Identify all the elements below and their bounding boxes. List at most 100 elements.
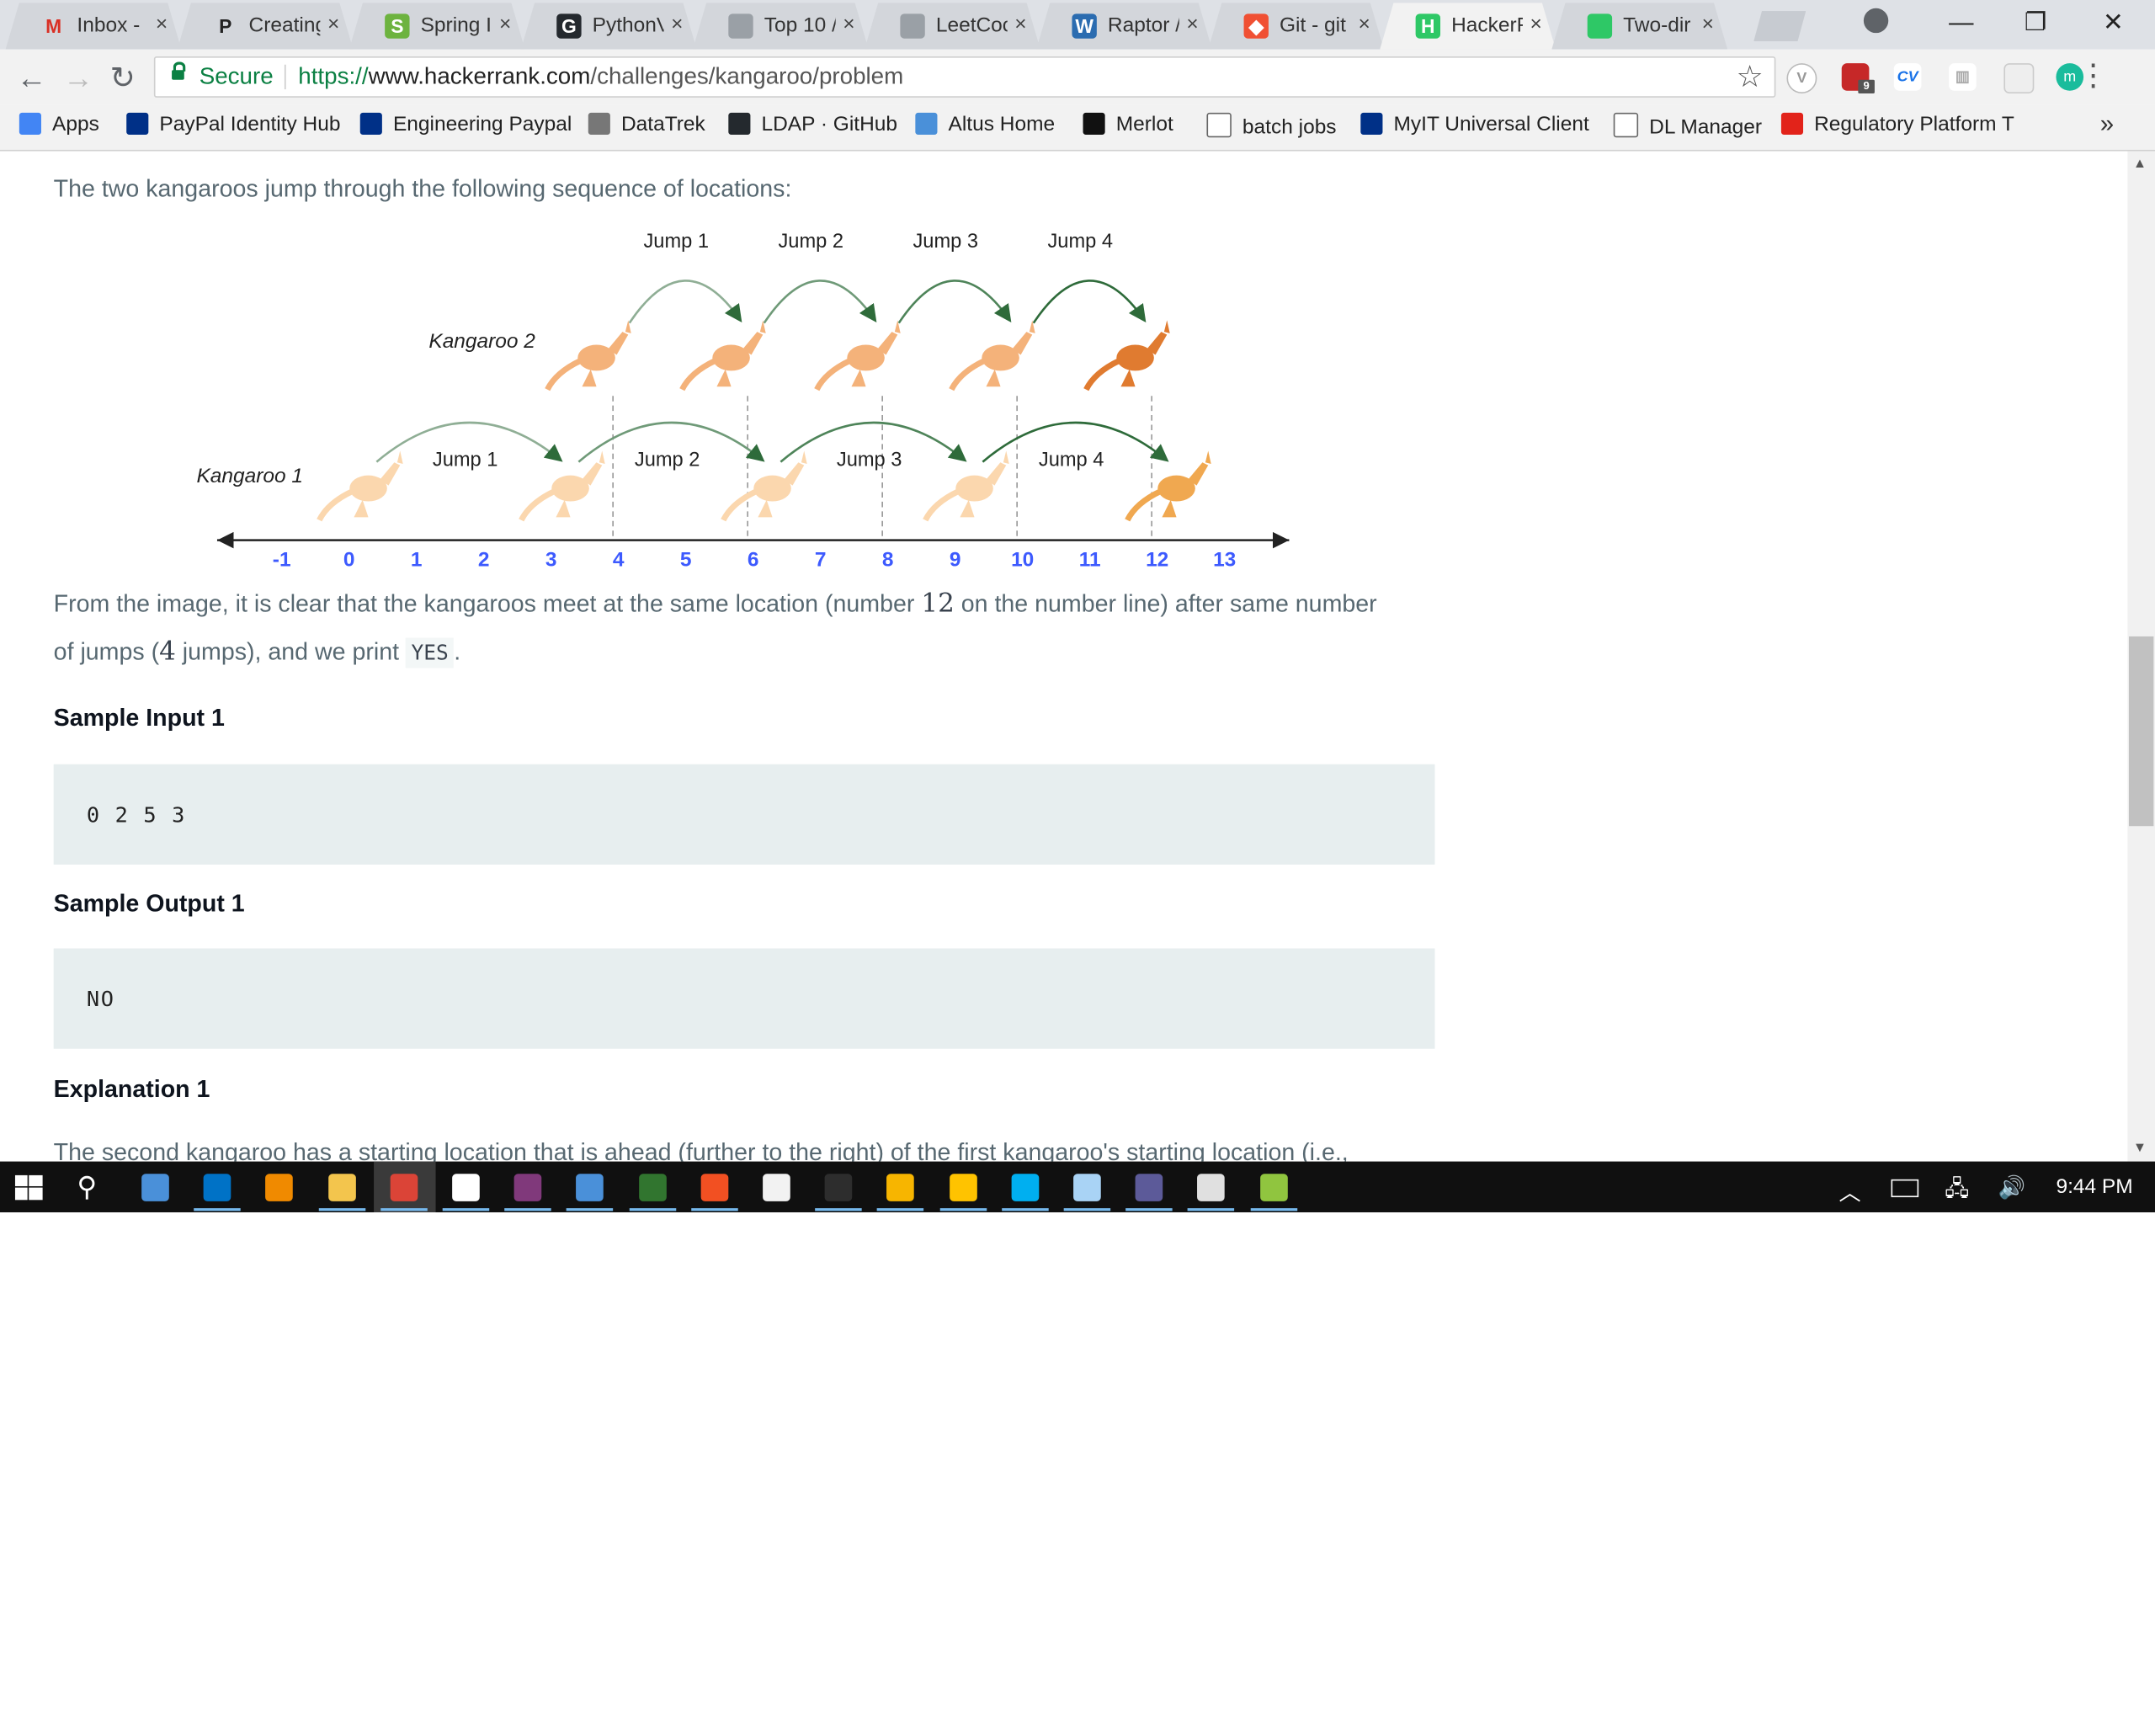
chrome-menu-icon[interactable]: ⋮ xyxy=(2078,58,2109,93)
terminal-icon[interactable] xyxy=(824,1174,853,1201)
tab-close-icon[interactable]: × xyxy=(156,13,168,36)
bookmark-merlot[interactable]: Merlot xyxy=(1083,112,1173,143)
chrome-icon[interactable] xyxy=(390,1174,418,1201)
bookmarks-overflow-button[interactable]: » xyxy=(2100,110,2114,139)
scroll-up-arrow-icon[interactable]: ▲ xyxy=(2133,157,2147,172)
forward-button[interactable]: → xyxy=(63,61,93,96)
tab-image[interactable]: Top 10 / × xyxy=(693,3,869,50)
itunes-icon[interactable] xyxy=(763,1174,790,1201)
tab-close-icon[interactable]: × xyxy=(1014,13,1026,36)
url-text[interactable]: https://www.hackerrank.com/challenges/ka… xyxy=(298,63,903,91)
tab-p[interactable]: P Creating × xyxy=(178,3,354,50)
kangaroo-icon xyxy=(949,320,1035,391)
battery-icon[interactable] xyxy=(1891,1179,1919,1198)
tab-close-icon[interactable]: × xyxy=(671,13,683,36)
new-tab-button[interactable] xyxy=(1753,11,1806,41)
tab-hackerrank[interactable]: H HackerF × xyxy=(1380,3,1556,50)
running-indicator xyxy=(1001,1208,1049,1211)
restore-button[interactable]: ❐ xyxy=(2025,8,2046,37)
sample-input-code: 0 2 5 3 xyxy=(86,802,186,828)
eclipse-icon[interactable] xyxy=(1135,1174,1163,1201)
kangaroo2-label: Kangaroo 2 xyxy=(428,330,535,353)
tab-close-icon[interactable]: × xyxy=(1186,13,1198,36)
notepadpp-icon[interactable] xyxy=(1259,1174,1288,1201)
bookmark-engineering-paypal[interactable]: Engineering Paypal xyxy=(359,112,572,143)
profile-icon[interactable] xyxy=(1863,8,1889,34)
outlook-icon[interactable] xyxy=(203,1174,231,1201)
bookmark-myit-universal-client[interactable]: MyIT Universal Client xyxy=(1360,112,1589,143)
paint-icon[interactable] xyxy=(1197,1174,1226,1201)
vertical-scrollbar[interactable]: ▲ ▼ xyxy=(2127,151,2155,1162)
bookmark-regulatory-platform-t[interactable]: Regulatory Platform T xyxy=(1780,112,2014,143)
onenote-icon[interactable] xyxy=(513,1174,542,1201)
bookmark-batch-jobs[interactable]: batch jobs xyxy=(1206,112,1337,143)
remote-desktop-icon[interactable] xyxy=(141,1174,169,1201)
tab-close-icon[interactable]: × xyxy=(843,13,854,36)
bookmark-apps[interactable]: Apps xyxy=(19,112,99,143)
tab-git[interactable]: ◆ Git - git × xyxy=(1208,3,1384,50)
skype-icon[interactable] xyxy=(1011,1174,1039,1201)
tab-title: HackerF xyxy=(1451,13,1523,38)
tick-label: 11 xyxy=(1079,549,1101,572)
slack-icon[interactable] xyxy=(452,1174,480,1201)
project-icon[interactable] xyxy=(638,1174,667,1201)
running-indicator xyxy=(939,1208,987,1211)
sample-input-block: 0 2 5 3 xyxy=(53,764,1435,865)
scroll-down-arrow-icon[interactable]: ▼ xyxy=(2133,1141,2147,1156)
tab-close-icon[interactable]: × xyxy=(1702,13,1714,36)
bookmark-ldap-github[interactable]: LDAP · GitHub xyxy=(728,112,898,143)
tab-close-icon[interactable]: × xyxy=(499,13,511,36)
tick-label: -1 xyxy=(273,549,291,572)
tab-close-icon[interactable]: × xyxy=(1530,13,1542,36)
paypal-icon xyxy=(359,112,382,135)
address-bar[interactable]: Secure https://www.hackerrank.com/challe… xyxy=(153,56,1776,98)
tab-cloud[interactable]: Two-dir × xyxy=(1551,3,1727,50)
splash-icon[interactable] xyxy=(886,1174,915,1201)
tab-image[interactable]: LeetCoc × xyxy=(865,3,1040,50)
windows-start-icon[interactable] xyxy=(14,1174,43,1201)
minimize-button[interactable]: — xyxy=(1949,8,1973,37)
bookmark-label: LDAP · GitHub xyxy=(761,112,898,136)
kangaroo-icon xyxy=(814,320,901,391)
network-tray-icon[interactable]: 🖧 xyxy=(1945,1174,1969,1211)
bookmark-label: Apps xyxy=(52,112,99,136)
page-extension-icon[interactable] xyxy=(2003,63,2035,94)
running-indicator xyxy=(318,1208,365,1211)
bookmark-star-icon[interactable]: ☆ xyxy=(1736,59,1763,94)
reload-button[interactable]: ↻ xyxy=(110,61,136,96)
tab-raptor[interactable]: W Raptor / × xyxy=(1036,3,1212,50)
norton-icon[interactable] xyxy=(949,1174,977,1201)
back-button[interactable]: ← xyxy=(17,61,47,96)
file-explorer-icon[interactable] xyxy=(327,1174,356,1201)
tray-overflow-icon[interactable]: ︿ xyxy=(1838,1174,1860,1206)
bookmark-dl-manager[interactable]: DL Manager xyxy=(1613,112,1762,143)
tab-github[interactable]: G PythonV × xyxy=(521,3,697,50)
tab-spring[interactable]: S Spring I × xyxy=(349,3,525,50)
running-indicator xyxy=(629,1208,676,1211)
v-extension-icon[interactable]: V xyxy=(1786,63,1817,94)
chart-extension-icon[interactable]: ▥ xyxy=(1949,63,1977,91)
shield-extension-icon[interactable]: 9 xyxy=(1841,63,1875,94)
url-path: /challenges/kangaroo/problem xyxy=(590,63,904,90)
tab-close-icon[interactable]: × xyxy=(327,13,339,36)
close-window-button[interactable]: ✕ xyxy=(2103,8,2124,37)
datatrek-icon xyxy=(588,112,610,135)
tick-label: 3 xyxy=(545,549,557,572)
tab-title: Git - git xyxy=(1279,13,1346,38)
network-icon[interactable] xyxy=(576,1174,604,1201)
bookmark-datatrek[interactable]: DataTrek xyxy=(588,112,705,143)
pen-icon[interactable] xyxy=(700,1174,728,1201)
bookmark-altus-home[interactable]: Altus Home xyxy=(915,112,1055,143)
notepad-icon[interactable] xyxy=(1073,1174,1101,1201)
volume-icon[interactable]: 🔊 xyxy=(1998,1174,2026,1201)
scroll-thumb[interactable] xyxy=(2128,636,2154,827)
clock[interactable]: 9:44 PM xyxy=(2056,1175,2132,1199)
tab-gmail[interactable]: M Inbox - × xyxy=(6,3,182,50)
bookmark-paypal-identity-hub[interactable]: PayPal Identity Hub xyxy=(126,112,340,143)
url-host: www.hackerrank.com xyxy=(368,63,591,90)
tab-close-icon[interactable]: × xyxy=(1358,13,1370,36)
vlc-icon[interactable] xyxy=(265,1174,294,1201)
search-icon[interactable]: ⚲ xyxy=(77,1169,97,1204)
running-indicator xyxy=(690,1208,738,1211)
cv-extension-icon[interactable]: CV xyxy=(1893,63,1922,91)
